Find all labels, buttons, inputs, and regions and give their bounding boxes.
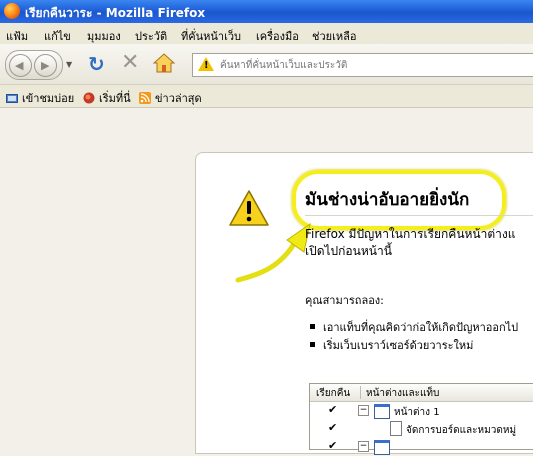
stop-icon[interactable]: ✕ [121,52,139,74]
location-bar[interactable] [192,53,533,77]
page-icon [390,421,402,436]
option-item: เอาแท็บที่คุณคิดว่าก่อให้เกิดปัญหาออกไป [310,318,518,336]
reload-icon[interactable]: ↻ [88,54,105,74]
bookmark-label: เข้าชมบ่อย [22,92,75,105]
tree-row-window[interactable]: ✔ − หน้าต่าง 1 [310,402,533,420]
bookmark-label: ข่าวล่าสุด [155,92,202,105]
window-icon [374,404,390,419]
url-input[interactable] [218,56,532,74]
row-label: จัดการบอร์ดและหมวดหมู่ [406,425,517,436]
menu-tools[interactable]: เครื่องมือ [256,27,299,45]
bookmark-latest-headlines[interactable]: ข่าวล่าสุด [139,89,202,107]
title-bar: เรียกคืนวาระ - Mozilla Firefox [0,0,533,23]
menu-view[interactable]: มุมมอง [87,27,121,45]
bookmark-label: เริ่มที่นี่ [99,92,131,105]
window-title: เรียกคืนวาระ - Mozilla Firefox [25,6,206,20]
restore-checkbox[interactable]: ✔ [328,439,337,452]
error-description-line: เปิดไปก่อนหน้านี้ [305,244,392,258]
home-icon[interactable] [153,53,175,73]
tree-row-tab[interactable]: ✔ จัดการบอร์ดและหมวดหมู่ [310,420,533,438]
you-can-try-label: คุณสามารถลอง: [305,294,384,307]
window-icon [374,440,390,455]
forward-button[interactable]: ▶ [34,54,57,77]
windows-tabs-tree[interactable]: เรียกคืน หน้าต่างและแท็บ ✔ − หน้าต่าง 1 … [309,383,533,455]
bullet-icon [310,324,315,329]
back-button[interactable]: ◀ [9,54,32,77]
collapse-toggle-icon[interactable]: − [358,405,369,416]
menu-bar: แฟ้ม แก้ไข มุมมอง ประวัติ ที่คั่นหน้าเว็… [0,23,533,44]
menu-history[interactable]: ประวัติ [135,27,167,45]
option-item: เริ่มเว็บเบราว์เซอร์ด้วยวาระใหม่ [310,336,473,354]
restore-checkbox[interactable]: ✔ [328,421,337,434]
navigation-toolbar: ◀ ▶ ▼ ↻ ✕ [0,44,533,85]
firefox-bookmark-icon [83,92,95,104]
history-dropdown-icon[interactable]: ▼ [66,60,72,69]
tree-header: เรียกคืน หน้าต่างและแท็บ [310,384,533,402]
restore-checkbox[interactable]: ✔ [328,403,337,416]
back-forward-group: ◀ ▶ [5,50,63,80]
bookmark-folder-icon [6,94,18,103]
collapse-toggle-icon[interactable]: − [358,441,369,452]
menu-bookmarks[interactable]: ที่คั่นหน้าเว็บ [181,27,241,45]
option-text: เริ่มเว็บเบราว์เซอร์ด้วยวาระใหม่ [323,339,474,352]
column-separator [360,386,361,399]
menu-edit[interactable]: แก้ไข [44,27,71,45]
bookmarks-toolbar: เข้าชมบ่อย เริ่มที่นี่ ข่าวล่าสุด [0,85,533,108]
annotation-arrow-icon [235,222,311,283]
rss-feed-icon [139,92,151,104]
bookmark-most-visited[interactable]: เข้าชมบ่อย [6,89,74,107]
warning-icon [198,57,214,71]
column-restore[interactable]: เรียกคืน [316,386,350,401]
forward-arrow-icon: ▶ [41,59,50,72]
bullet-icon [310,342,315,347]
error-description-line: Firefox มีปัญหาในการเรียกคืนหน้าต่างแ [305,227,516,241]
firefox-icon [4,3,20,19]
divider [305,215,533,216]
tree-row-window[interactable]: ✔ − [310,438,533,456]
back-arrow-icon: ◀ [15,59,24,72]
page-headline: มันช่างน่าอับอายยิ่งนัก [305,190,470,210]
menu-file[interactable]: แฟ้ม [6,27,28,45]
option-text: เอาแท็บที่คุณคิดว่าก่อให้เกิดปัญหาออกไป [323,321,519,334]
column-windows-tabs[interactable]: หน้าต่างและแท็บ [366,386,439,401]
row-label: หน้าต่าง 1 [394,407,440,418]
error-description: Firefox มีปัญหาในการเรียกคืนหน้าต่างแ เป… [305,226,516,260]
menu-help[interactable]: ช่วยเหลือ [312,27,356,45]
bookmark-getting-started[interactable]: เริ่มที่นี่ [83,89,131,107]
